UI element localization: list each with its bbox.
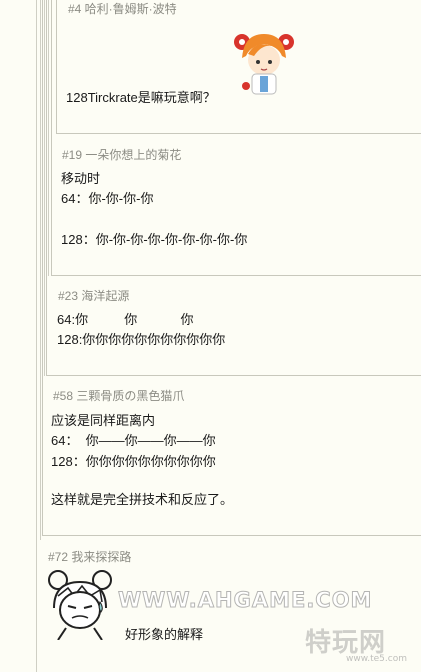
post-line: 128Tirckrate是嘛玩意啊？ [66, 90, 216, 105]
post-line: 64:你 你 你 [57, 312, 194, 327]
quote-guide-2 [40, 0, 41, 540]
post-header: #19 一朵你想上的菊花 [62, 148, 182, 162]
post-header: #72 我来探探路 [48, 550, 132, 564]
post-line: 64：你-你-你-你 [61, 191, 154, 206]
site-url: www.te5.com [346, 654, 407, 664]
post-line: 移动时 [61, 171, 101, 186]
watermark-text: WWW.AHGAME.COM [117, 588, 373, 613]
post-line: 128：你你你你你你你你你你 [51, 454, 216, 469]
quote-guide-1 [36, 0, 37, 672]
post-header: #58 三颗骨质の黑色猫爪 [53, 389, 185, 403]
post-header: #4 哈利·鲁姆斯·波特 [68, 2, 177, 16]
post-line: 好形象的解释 [125, 627, 204, 642]
post-line: 64： 你——你——你——你 [51, 433, 216, 448]
post-line: 这样就是完全拼技术和反应了。 [51, 492, 234, 507]
sweating-chibi-icon [44, 568, 116, 645]
post-line: 128:你你你你你你你你你你你 [57, 332, 226, 347]
orange-hair-chibi-icon [232, 28, 296, 105]
post-header: #23 海洋起源 [58, 289, 130, 303]
post-line: 128：你-你-你-你-你-你-你-你-你 [61, 232, 248, 247]
post-line: 应该是同样距离内 [51, 413, 156, 428]
